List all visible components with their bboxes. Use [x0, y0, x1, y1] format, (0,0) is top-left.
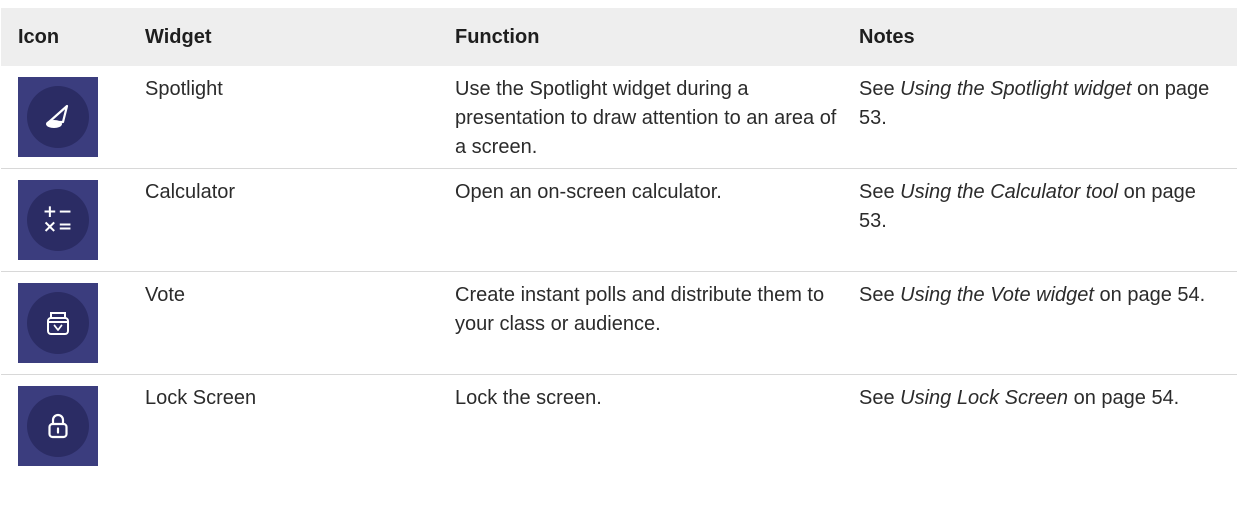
- table-row: Spotlight Use the Spotlight widget durin…: [1, 66, 1237, 169]
- header-function: Function: [455, 25, 540, 48]
- widget-function: Create instant polls and distribute them…: [455, 284, 825, 335]
- widget-function: Lock the screen.: [455, 387, 602, 409]
- table-row: Lock Screen Lock the screen. See Using L…: [1, 375, 1237, 477]
- widget-name: Lock Screen: [145, 387, 257, 409]
- header-widget: Widget: [145, 25, 212, 48]
- table-row: Vote Create instant polls and distribute…: [1, 272, 1237, 375]
- widget-name: Calculator: [145, 181, 236, 203]
- table-row: +− ×= Calculator Open an on-screen calcu…: [1, 169, 1237, 272]
- table-header-row: Icon Widget Function Notes: [1, 8, 1237, 66]
- widgets-table: Icon Widget Function Notes Spotlight Use…: [1, 8, 1237, 477]
- vote-icon: [18, 283, 98, 363]
- lock-icon: [18, 386, 98, 466]
- notes-link[interactable]: Using the Spotlight widget: [900, 78, 1131, 100]
- header-notes: Notes: [859, 25, 915, 48]
- widget-name: Spotlight: [145, 78, 223, 100]
- spotlight-icon: [18, 77, 98, 157]
- widget-notes: See Using the Calculator tool on page 53…: [859, 181, 1196, 232]
- calculator-icon: +− ×=: [18, 180, 98, 260]
- notes-link[interactable]: Using Lock Screen: [900, 387, 1068, 409]
- header-icon: Icon: [18, 25, 60, 48]
- widget-name: Vote: [145, 284, 186, 306]
- widget-notes: See Using Lock Screen on page 54.: [859, 387, 1180, 409]
- widget-function: Use the Spotlight widget during a presen…: [455, 78, 837, 158]
- notes-link[interactable]: Using the Calculator tool: [900, 181, 1118, 203]
- widget-function: Open an on-screen calculator.: [455, 181, 722, 203]
- widget-notes: See Using the Vote widget on page 54.: [859, 284, 1206, 306]
- widget-notes: See Using the Spotlight widget on page 5…: [859, 78, 1210, 129]
- notes-link[interactable]: Using the Vote widget: [900, 284, 1094, 306]
